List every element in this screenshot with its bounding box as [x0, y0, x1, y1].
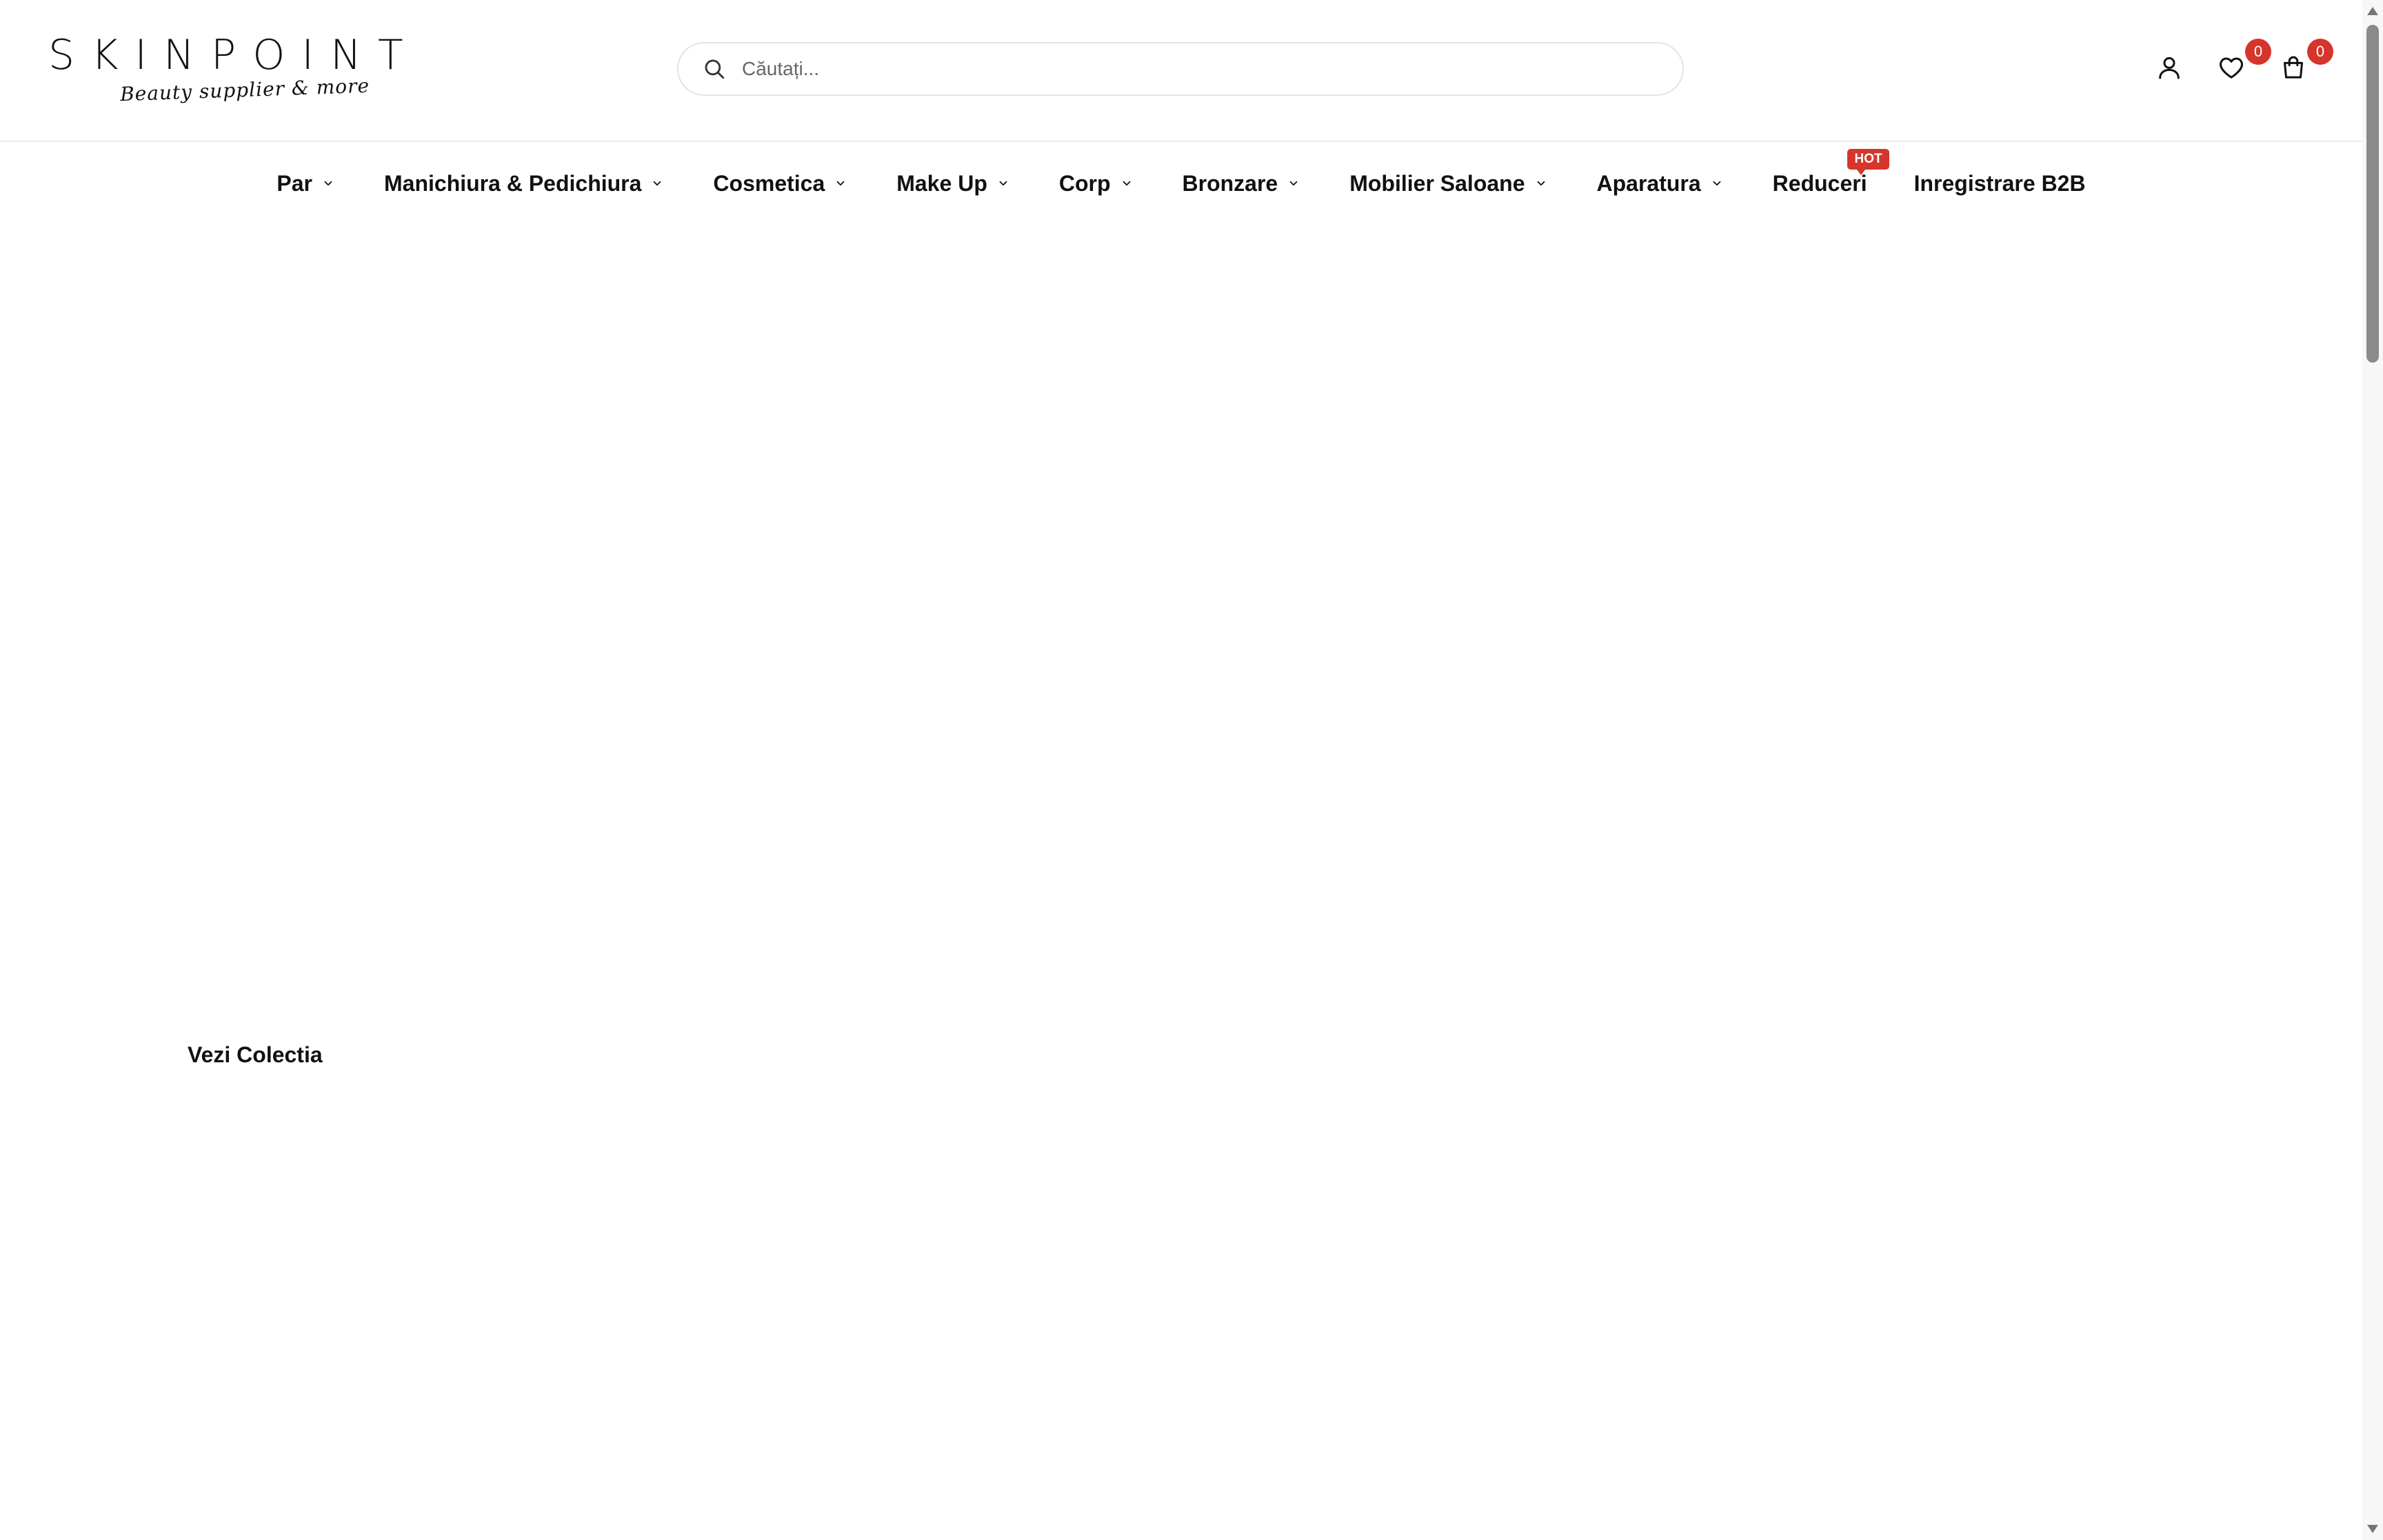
- nav-item-label: Corp: [1058, 170, 1111, 196]
- hero-banner: Vezi Colectia: [0, 226, 2362, 1540]
- nav-item-label: Par: [276, 170, 312, 196]
- shopping-bag-icon: [2280, 54, 2307, 85]
- chevron-down-icon: [1535, 176, 1550, 191]
- nav-item-label: Make Up: [896, 170, 987, 196]
- scrollbar-thumb[interactable]: [2366, 25, 2379, 363]
- nav-item-par[interactable]: Par: [253, 142, 361, 225]
- logo-wordmark: SKINPOINT: [48, 31, 420, 79]
- chevron-down-icon: [997, 176, 1012, 191]
- nav-item-manichiura-pedichiura[interactable]: Manichiura & Pedichiura: [361, 142, 690, 225]
- nav-item-make-up[interactable]: Make Up: [873, 142, 1036, 225]
- chevron-down-icon: [651, 176, 666, 191]
- wishlist-count-badge: 0: [2245, 39, 2271, 65]
- nav-item-label: Aparatura: [1596, 170, 1701, 196]
- user-icon: [2155, 54, 2183, 85]
- cart-button[interactable]: 0: [2275, 39, 2333, 87]
- nav-item-reduceri[interactable]: Reduceri HOT: [1749, 142, 1891, 225]
- nav-item-aparatura[interactable]: Aparatura: [1573, 142, 1749, 225]
- nav-item-mobilier-saloane[interactable]: Mobilier Saloane: [1326, 142, 1573, 225]
- heart-icon: [2218, 54, 2245, 85]
- nav-item-label: Manichiura & Pedichiura: [384, 170, 642, 196]
- search-input[interactable]: [742, 48, 1682, 90]
- hot-badge: HOT: [1847, 149, 1889, 175]
- nav-item-label: Reduceri: [1772, 170, 1867, 196]
- nav-item-label: Inregistrare B2B: [1913, 170, 2086, 196]
- site-header: SKINPOINT Beauty supplier & more Căutați…: [0, 0, 2362, 142]
- page: SKINPOINT Beauty supplier & more Căutați…: [0, 0, 2383, 1540]
- account-button[interactable]: [2151, 51, 2187, 87]
- chevron-down-icon: [834, 176, 849, 191]
- wishlist-button[interactable]: 0: [2213, 39, 2271, 87]
- nav-item-label: Mobilier Saloane: [1349, 170, 1525, 196]
- view-collection-link[interactable]: Vezi Colectia: [188, 1042, 323, 1068]
- search-icon[interactable]: [701, 55, 728, 83]
- chevron-down-icon: [1287, 176, 1303, 191]
- nav-item-bronzare[interactable]: Bronzare: [1159, 142, 1327, 225]
- scroll-down-arrow-icon[interactable]: [2367, 1525, 2378, 1533]
- chevron-down-icon: [1711, 176, 1726, 191]
- nav-item-label: Cosmetica: [713, 170, 825, 196]
- logo[interactable]: SKINPOINT Beauty supplier & more: [48, 31, 403, 110]
- scroll-up-arrow-icon[interactable]: [2367, 7, 2378, 15]
- nav-item-corp[interactable]: Corp: [1036, 142, 1159, 225]
- cart-count-badge: 0: [2307, 39, 2333, 65]
- nav-item-cosmetica[interactable]: Cosmetica: [690, 142, 873, 225]
- nav-item-inregistrare-b2b[interactable]: Inregistrare B2B: [1891, 142, 2109, 225]
- search-bar: [677, 42, 1684, 96]
- chevron-down-icon: [1120, 176, 1136, 191]
- main-navigation: Par Manichiura & Pedichiura Cosmetica Ma…: [0, 142, 2362, 225]
- nav-item-label: Bronzare: [1182, 170, 1278, 196]
- scrollbar[interactable]: [2362, 0, 2383, 1540]
- chevron-down-icon: [322, 176, 337, 191]
